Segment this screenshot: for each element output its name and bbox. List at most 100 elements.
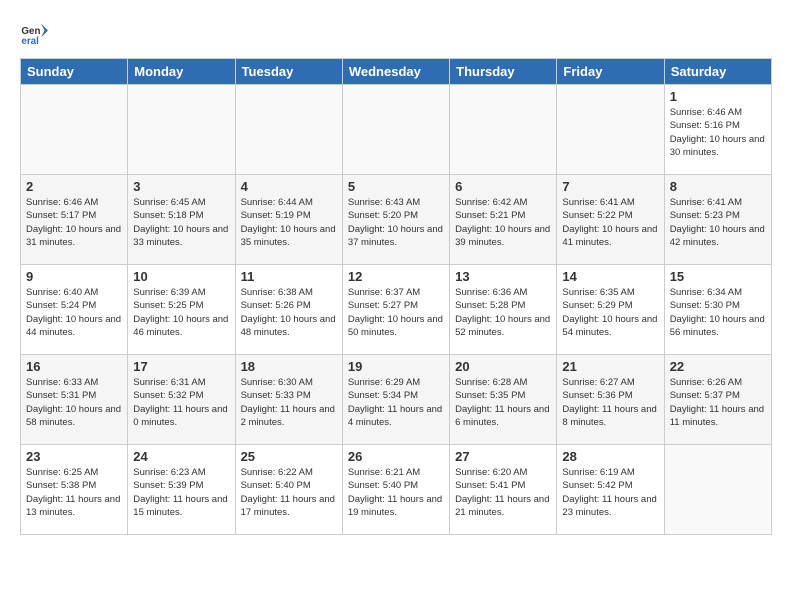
day-number: 17 <box>133 359 229 374</box>
day-info: Sunrise: 6:29 AM Sunset: 5:34 PM Dayligh… <box>348 376 444 429</box>
day-info: Sunrise: 6:21 AM Sunset: 5:40 PM Dayligh… <box>348 466 444 519</box>
calendar-cell: 4 Sunrise: 6:44 AM Sunset: 5:19 PM Daylig… <box>235 175 342 265</box>
day-info: Sunrise: 6:30 AM Sunset: 5:33 PM Dayligh… <box>241 376 337 429</box>
day-number: 20 <box>455 359 551 374</box>
day-number: 5 <box>348 179 444 194</box>
day-info: Sunrise: 6:23 AM Sunset: 5:39 PM Dayligh… <box>133 466 229 519</box>
calendar-cell <box>450 85 557 175</box>
day-number: 7 <box>562 179 658 194</box>
svg-text:eral: eral <box>21 36 39 47</box>
day-number: 27 <box>455 449 551 464</box>
day-info: Sunrise: 6:27 AM Sunset: 5:36 PM Dayligh… <box>562 376 658 429</box>
calendar-cell: 24 Sunrise: 6:23 AM Sunset: 5:39 PM Dayli… <box>128 445 235 535</box>
day-number: 1 <box>670 89 766 104</box>
day-number: 2 <box>26 179 122 194</box>
calendar-cell <box>557 85 664 175</box>
calendar-cell: 9 Sunrise: 6:40 AM Sunset: 5:24 PM Daylig… <box>21 265 128 355</box>
calendar-cell: 21 Sunrise: 6:27 AM Sunset: 5:36 PM Dayli… <box>557 355 664 445</box>
calendar-week-3: 9 Sunrise: 6:40 AM Sunset: 5:24 PM Daylig… <box>21 265 772 355</box>
day-info: Sunrise: 6:28 AM Sunset: 5:35 PM Dayligh… <box>455 376 551 429</box>
day-number: 11 <box>241 269 337 284</box>
day-number: 15 <box>670 269 766 284</box>
calendar-cell <box>342 85 449 175</box>
day-info: Sunrise: 6:31 AM Sunset: 5:32 PM Dayligh… <box>133 376 229 429</box>
calendar-cell: 22 Sunrise: 6:26 AM Sunset: 5:37 PM Dayli… <box>664 355 771 445</box>
calendar-cell: 28 Sunrise: 6:19 AM Sunset: 5:42 PM Dayli… <box>557 445 664 535</box>
calendar-cell: 14 Sunrise: 6:35 AM Sunset: 5:29 PM Dayli… <box>557 265 664 355</box>
calendar-cell: 26 Sunrise: 6:21 AM Sunset: 5:40 PM Dayli… <box>342 445 449 535</box>
day-info: Sunrise: 6:43 AM Sunset: 5:20 PM Dayligh… <box>348 196 444 249</box>
calendar-cell: 8Sunrise: 6:41 AM Sunset: 5:23 PM Daylig… <box>664 175 771 265</box>
calendar-cell: 27Sunrise: 6:20 AM Sunset: 5:41 PM Dayli… <box>450 445 557 535</box>
day-info: Sunrise: 6:40 AM Sunset: 5:24 PM Dayligh… <box>26 286 122 339</box>
calendar-cell: 19Sunrise: 6:29 AM Sunset: 5:34 PM Dayli… <box>342 355 449 445</box>
calendar-cell: 16 Sunrise: 6:33 AM Sunset: 5:31 PM Dayli… <box>21 355 128 445</box>
day-number: 28 <box>562 449 658 464</box>
header: Gen eral <box>20 20 772 48</box>
day-number: 25 <box>241 449 337 464</box>
calendar-cell: 10 Sunrise: 6:39 AM Sunset: 5:25 PM Dayli… <box>128 265 235 355</box>
logo: Gen eral <box>20 20 52 48</box>
calendar-cell: 3Sunrise: 6:45 AM Sunset: 5:18 PM Daylig… <box>128 175 235 265</box>
calendar-cell: 17 Sunrise: 6:31 AM Sunset: 5:32 PM Dayli… <box>128 355 235 445</box>
day-number: 14 <box>562 269 658 284</box>
day-number: 23 <box>26 449 122 464</box>
day-info: Sunrise: 6:22 AM Sunset: 5:40 PM Dayligh… <box>241 466 337 519</box>
day-info: Sunrise: 6:41 AM Sunset: 5:23 PM Dayligh… <box>670 196 766 249</box>
day-info: Sunrise: 6:35 AM Sunset: 5:29 PM Dayligh… <box>562 286 658 339</box>
calendar-cell: 15 Sunrise: 6:34 AM Sunset: 5:30 PM Dayli… <box>664 265 771 355</box>
day-info: Sunrise: 6:37 AM Sunset: 5:27 PM Dayligh… <box>348 286 444 339</box>
day-info: Sunrise: 6:25 AM Sunset: 5:38 PM Dayligh… <box>26 466 122 519</box>
day-number: 13 <box>455 269 551 284</box>
calendar-week-2: 2 Sunrise: 6:46 AM Sunset: 5:17 PM Daylig… <box>21 175 772 265</box>
day-info: Sunrise: 6:19 AM Sunset: 5:42 PM Dayligh… <box>562 466 658 519</box>
calendar-cell: 11 Sunrise: 6:38 AM Sunset: 5:26 PM Dayli… <box>235 265 342 355</box>
calendar-header-row: SundayMondayTuesdayWednesdayThursdayFrid… <box>21 59 772 85</box>
day-number: 9 <box>26 269 122 284</box>
day-info: Sunrise: 6:39 AM Sunset: 5:25 PM Dayligh… <box>133 286 229 339</box>
day-info: Sunrise: 6:45 AM Sunset: 5:18 PM Dayligh… <box>133 196 229 249</box>
day-number: 21 <box>562 359 658 374</box>
day-info: Sunrise: 6:34 AM Sunset: 5:30 PM Dayligh… <box>670 286 766 339</box>
day-info: Sunrise: 6:41 AM Sunset: 5:22 PM Dayligh… <box>562 196 658 249</box>
calendar-week-5: 23 Sunrise: 6:25 AM Sunset: 5:38 PM Dayli… <box>21 445 772 535</box>
calendar: SundayMondayTuesdayWednesdayThursdayFrid… <box>20 58 772 535</box>
day-info: Sunrise: 6:33 AM Sunset: 5:31 PM Dayligh… <box>26 376 122 429</box>
day-info: Sunrise: 6:26 AM Sunset: 5:37 PM Dayligh… <box>670 376 766 429</box>
calendar-cell: 25 Sunrise: 6:22 AM Sunset: 5:40 PM Dayli… <box>235 445 342 535</box>
calendar-cell: 7 Sunrise: 6:41 AM Sunset: 5:22 PM Daylig… <box>557 175 664 265</box>
day-info: Sunrise: 6:36 AM Sunset: 5:28 PM Dayligh… <box>455 286 551 339</box>
calendar-cell: 12 Sunrise: 6:37 AM Sunset: 5:27 PM Dayli… <box>342 265 449 355</box>
day-number: 10 <box>133 269 229 284</box>
day-number: 4 <box>241 179 337 194</box>
calendar-header-saturday: Saturday <box>664 59 771 85</box>
day-info: Sunrise: 6:42 AM Sunset: 5:21 PM Dayligh… <box>455 196 551 249</box>
day-info: Sunrise: 6:46 AM Sunset: 5:17 PM Dayligh… <box>26 196 122 249</box>
calendar-header-monday: Monday <box>128 59 235 85</box>
calendar-cell: 23 Sunrise: 6:25 AM Sunset: 5:38 PM Dayli… <box>21 445 128 535</box>
day-number: 22 <box>670 359 766 374</box>
logo-icon: Gen eral <box>20 20 48 48</box>
calendar-cell: 18 Sunrise: 6:30 AM Sunset: 5:33 PM Dayli… <box>235 355 342 445</box>
calendar-cell: 20 Sunrise: 6:28 AM Sunset: 5:35 PM Dayli… <box>450 355 557 445</box>
calendar-header-sunday: Sunday <box>21 59 128 85</box>
day-info: Sunrise: 6:44 AM Sunset: 5:19 PM Dayligh… <box>241 196 337 249</box>
calendar-week-1: 1 Sunrise: 6:46 AM Sunset: 5:16 PM Daylig… <box>21 85 772 175</box>
day-info: Sunrise: 6:38 AM Sunset: 5:26 PM Dayligh… <box>241 286 337 339</box>
calendar-cell: 6Sunrise: 6:42 AM Sunset: 5:21 PM Daylig… <box>450 175 557 265</box>
calendar-cell <box>235 85 342 175</box>
day-number: 24 <box>133 449 229 464</box>
calendar-header-friday: Friday <box>557 59 664 85</box>
calendar-header-wednesday: Wednesday <box>342 59 449 85</box>
calendar-cell: 13 Sunrise: 6:36 AM Sunset: 5:28 PM Dayli… <box>450 265 557 355</box>
calendar-week-4: 16 Sunrise: 6:33 AM Sunset: 5:31 PM Dayli… <box>21 355 772 445</box>
calendar-cell: 5 Sunrise: 6:43 AM Sunset: 5:20 PM Daylig… <box>342 175 449 265</box>
calendar-header-thursday: Thursday <box>450 59 557 85</box>
day-number: 26 <box>348 449 444 464</box>
calendar-header-tuesday: Tuesday <box>235 59 342 85</box>
day-number: 16 <box>26 359 122 374</box>
calendar-cell <box>128 85 235 175</box>
day-info: Sunrise: 6:46 AM Sunset: 5:16 PM Dayligh… <box>670 106 766 159</box>
day-number: 12 <box>348 269 444 284</box>
day-number: 18 <box>241 359 337 374</box>
